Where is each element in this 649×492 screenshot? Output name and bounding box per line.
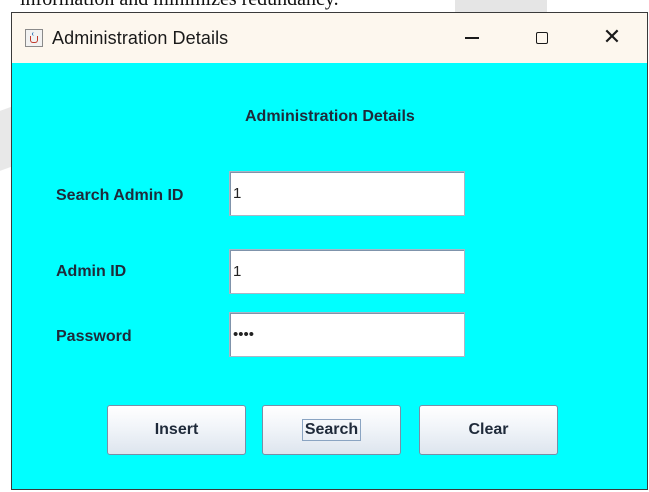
- insert-button-label: Insert: [154, 421, 199, 438]
- clear-button[interactable]: Clear: [419, 405, 558, 455]
- title-bar[interactable]: Administration Details ✕: [12, 13, 647, 63]
- minimize-icon: [465, 37, 479, 39]
- minimize-button[interactable]: [437, 13, 507, 63]
- close-button[interactable]: ✕: [577, 13, 647, 63]
- maximize-icon: [536, 32, 548, 44]
- form-heading: Administration Details: [245, 108, 415, 125]
- search-admin-id-input[interactable]: [229, 171, 465, 216]
- background-document-text: information and minimizes redundancy.: [20, 0, 339, 11]
- admin-id-label: Admin ID: [56, 263, 127, 280]
- window-title: Administration Details: [52, 27, 229, 48]
- admin-id-input[interactable]: [229, 249, 465, 294]
- password-label: Password: [56, 328, 132, 345]
- java-app-icon: [25, 29, 43, 47]
- insert-button[interactable]: Insert: [107, 405, 246, 455]
- close-icon: ✕: [602, 25, 622, 50]
- search-button-label: Search: [301, 419, 362, 441]
- clear-button-label: Clear: [468, 421, 509, 438]
- administration-window: Administration Details ✕ Administration …: [11, 12, 648, 490]
- search-button[interactable]: Search: [262, 405, 401, 455]
- maximize-button[interactable]: [507, 13, 577, 63]
- password-input[interactable]: [229, 312, 465, 357]
- window-controls: ✕: [437, 13, 647, 63]
- search-admin-id-label: Search Admin ID: [56, 187, 184, 204]
